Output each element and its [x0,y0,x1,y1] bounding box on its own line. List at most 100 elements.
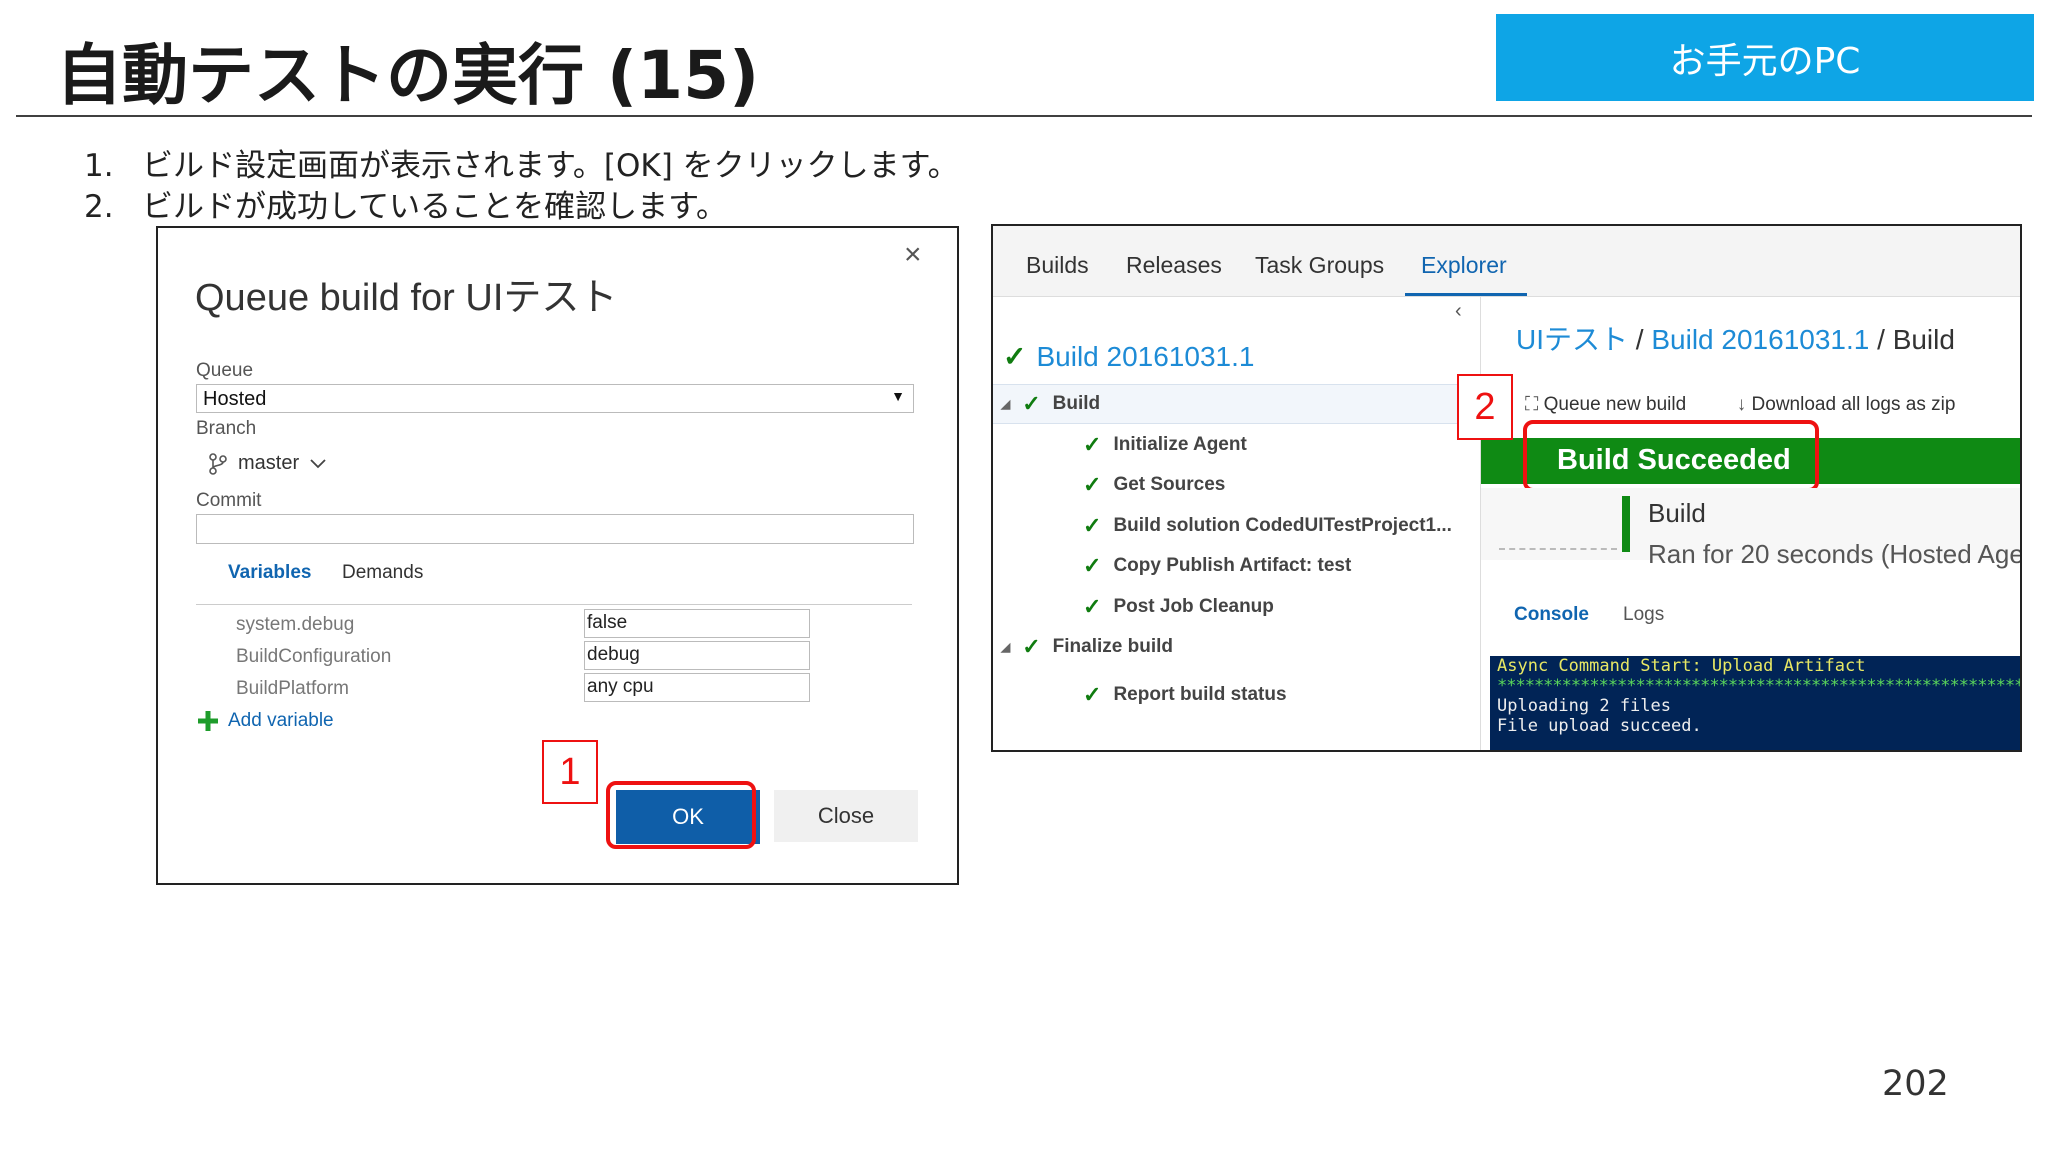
download-icon: ↓ [1736,394,1747,415]
action-bar: ⛶ Queue new build ↓ Download all logs as… [1525,394,1955,416]
status-highlight-box [1523,420,1819,492]
check-icon: ✓ [1003,341,1027,372]
commit-input[interactable] [196,514,914,544]
breadcrumb-current: Build [1892,324,1955,355]
build-number[interactable]: ✓ Build 20161031.1 [1003,340,1254,373]
queue-new-build-link[interactable]: Queue new build [1544,394,1687,415]
breadcrumb-project[interactable]: UIテスト [1516,324,1628,355]
tree-item-label: Build solution CodedUITestProject1... [1113,515,1452,536]
variable-value: any cpu [587,676,654,697]
status-bar [1622,496,1630,552]
check-icon: ✓ [1083,432,1102,457]
expand-triangle-icon: ◢ [1001,397,1011,411]
collapse-chevron-icon[interactable]: ‹ [1455,300,1462,323]
add-variable-link[interactable]: Add variable [196,709,334,733]
tree-item-label: Initialize Agent [1113,434,1247,455]
queue-label: Queue [196,360,254,381]
timeline-dash [1499,548,1617,550]
breadcrumb-build[interactable]: Build 20161031.1 [1651,324,1869,355]
slide-title: 自動テストの実行 (15) [56,37,760,114]
console-line: ****************************************… [1497,676,2020,696]
callout-2: 2 [1457,374,1513,440]
tree-item[interactable]: ✓ Post Job Cleanup [1083,594,1274,620]
environment-badge: お手元のPC [1496,14,2034,101]
dialog-title: Queue build for UIテスト [195,277,618,319]
tab-builds[interactable]: Builds [1026,252,1089,279]
tab-task-groups[interactable]: Task Groups [1255,252,1384,279]
tab-demands[interactable]: Demands [342,562,423,584]
step-1: 1. ビルド設定画面が表示されます。[OK] をクリックします。 [84,140,959,185]
dropdown-arrow-icon: ▼ [891,388,905,404]
tree-item-label: Build [1052,393,1101,414]
tab-logs[interactable]: Logs [1623,604,1664,626]
tree-item[interactable]: ✓ Initialize Agent [1083,432,1247,458]
tab-variables[interactable]: Variables [228,562,311,584]
tree-item-label: Report build status [1113,684,1287,705]
queue-value: Hosted [203,388,267,410]
queue-build-dialog: Queue build for UIテスト × Queue Hosted ▼ B… [156,226,959,885]
tree-item-build[interactable]: ◢ ✓ Build [1001,391,1100,417]
page-number: 202 [1882,1064,1949,1104]
build-card-title: Build [1648,498,1706,528]
console-line: Uploading 2 files [1497,696,1671,716]
build-card-subtitle: Ran for 20 seconds (Hosted Age [1648,539,2022,569]
variable-name: system.debug [236,614,355,635]
tree-item-label: Post Job Cleanup [1113,596,1274,617]
variables-divider [196,604,912,605]
variable-value-input[interactable]: any cpu [584,673,810,702]
tree-item[interactable]: ✓ Copy Publish Artifact: test [1083,553,1351,579]
tree-item[interactable]: ✓ Get Sources [1083,472,1225,498]
console-output: Async Command Start: Upload Artifact ***… [1490,656,2020,750]
tab-releases[interactable]: Releases [1126,252,1222,279]
tree-item[interactable]: ✓ Report build status [1083,682,1287,708]
tree-item[interactable]: ✓ Build solution CodedUITestProject1... [1083,513,1452,539]
variable-name: BuildPlatform [236,678,349,699]
step-number: 2. [84,189,114,225]
step-number: 1. [84,148,114,184]
build-results-panel: Builds Releases Task Groups Explorer ‹ ✓… [991,224,2022,752]
check-icon: ✓ [1083,553,1102,578]
check-icon: ✓ [1083,513,1102,538]
variable-value: debug [587,644,640,665]
tab-explorer[interactable]: Explorer [1421,252,1507,279]
tree-item-label: Get Sources [1113,474,1226,495]
breadcrumb: UIテスト / Build 20161031.1 / Build [1516,318,1955,358]
check-icon: ✓ [1022,391,1041,416]
check-icon: ✓ [1083,682,1102,707]
active-tab-indicator [1405,293,1527,296]
branch-label: Branch [196,418,257,439]
tree-item-finalize[interactable]: ◢ ✓ Finalize build [1001,634,1173,660]
queue-build-icon: ⛶ [1525,394,1539,415]
callout-1: 1 [542,740,598,804]
branch-selector[interactable]: master [208,452,327,475]
variable-value-input[interactable]: debug [584,641,810,670]
tab-console[interactable]: Console [1514,604,1589,626]
console-line: Async Command Start: Upload Artifact [1497,656,1866,676]
expand-triangle-icon: ◢ [1001,640,1011,654]
check-icon: ✓ [1083,594,1102,619]
tree-item-label: Finalize build [1052,636,1174,657]
close-button[interactable]: Close [774,790,918,842]
breadcrumb-separator: / [1877,324,1885,355]
check-icon: ✓ [1083,472,1102,497]
commit-label: Commit [196,490,262,511]
ok-highlight-box [606,781,756,849]
variable-value-input[interactable]: false [584,609,810,638]
tree-item-label: Copy Publish Artifact: test [1113,555,1352,576]
step-text: ビルド設定画面が表示されます。[OK] をクリックします。 [142,148,959,184]
branch-value: master [238,452,300,474]
close-icon[interactable]: × [904,238,922,272]
queue-select[interactable]: Hosted ▼ [196,384,914,413]
download-logs-link[interactable]: Download all logs as zip [1752,394,1956,415]
title-divider [16,115,2032,117]
git-branch-icon [209,452,227,475]
plus-icon [198,711,218,731]
chevron-down-icon [310,458,326,468]
add-variable-label: Add variable [228,710,334,731]
variable-name: BuildConfiguration [236,646,392,667]
step-text: ビルドが成功していることを確認します。 [142,189,727,225]
step-2: 2. ビルドが成功していることを確認します。 [84,181,727,226]
breadcrumb-separator: / [1635,324,1644,355]
variable-value: false [587,612,628,633]
build-number-label: Build 20161031.1 [1036,340,1255,372]
